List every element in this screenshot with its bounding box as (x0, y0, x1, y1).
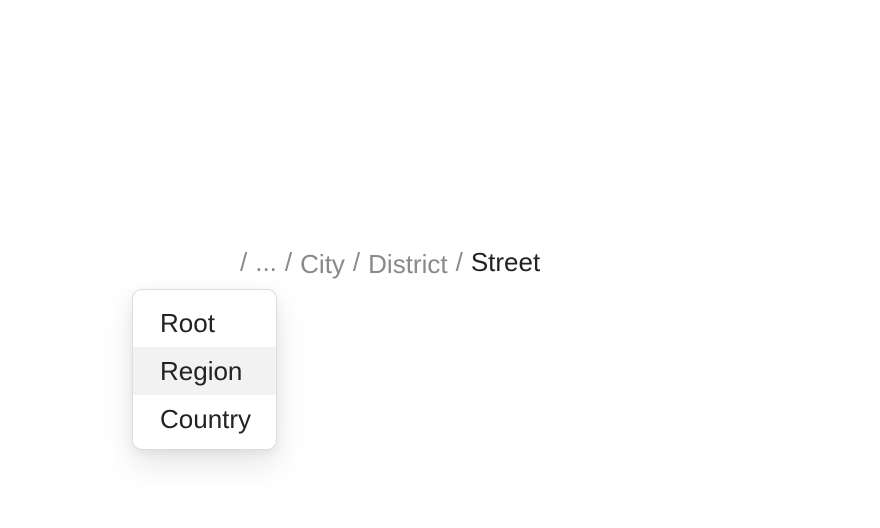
page: / ... / City / District / Street Root Re… (0, 0, 880, 528)
breadcrumb-ellipsis-button[interactable]: ... (255, 247, 277, 278)
menu-item-root[interactable]: Root (133, 299, 276, 347)
breadcrumb-link-city[interactable]: City (300, 249, 345, 280)
breadcrumb: / ... / City / District / Street (240, 246, 540, 282)
menu-item-region[interactable]: Region (133, 347, 276, 395)
breadcrumb-separator: / (352, 246, 361, 277)
breadcrumb-link-district[interactable]: District (368, 249, 447, 280)
breadcrumb-separator: / (455, 246, 463, 277)
breadcrumb-separator: / (284, 246, 293, 277)
menu-item-country[interactable]: Country (133, 395, 276, 443)
breadcrumb-current-page: Street (470, 246, 541, 277)
breadcrumb-separator: / (240, 246, 248, 277)
breadcrumb-dropdown-menu: Root Region Country (132, 289, 277, 450)
